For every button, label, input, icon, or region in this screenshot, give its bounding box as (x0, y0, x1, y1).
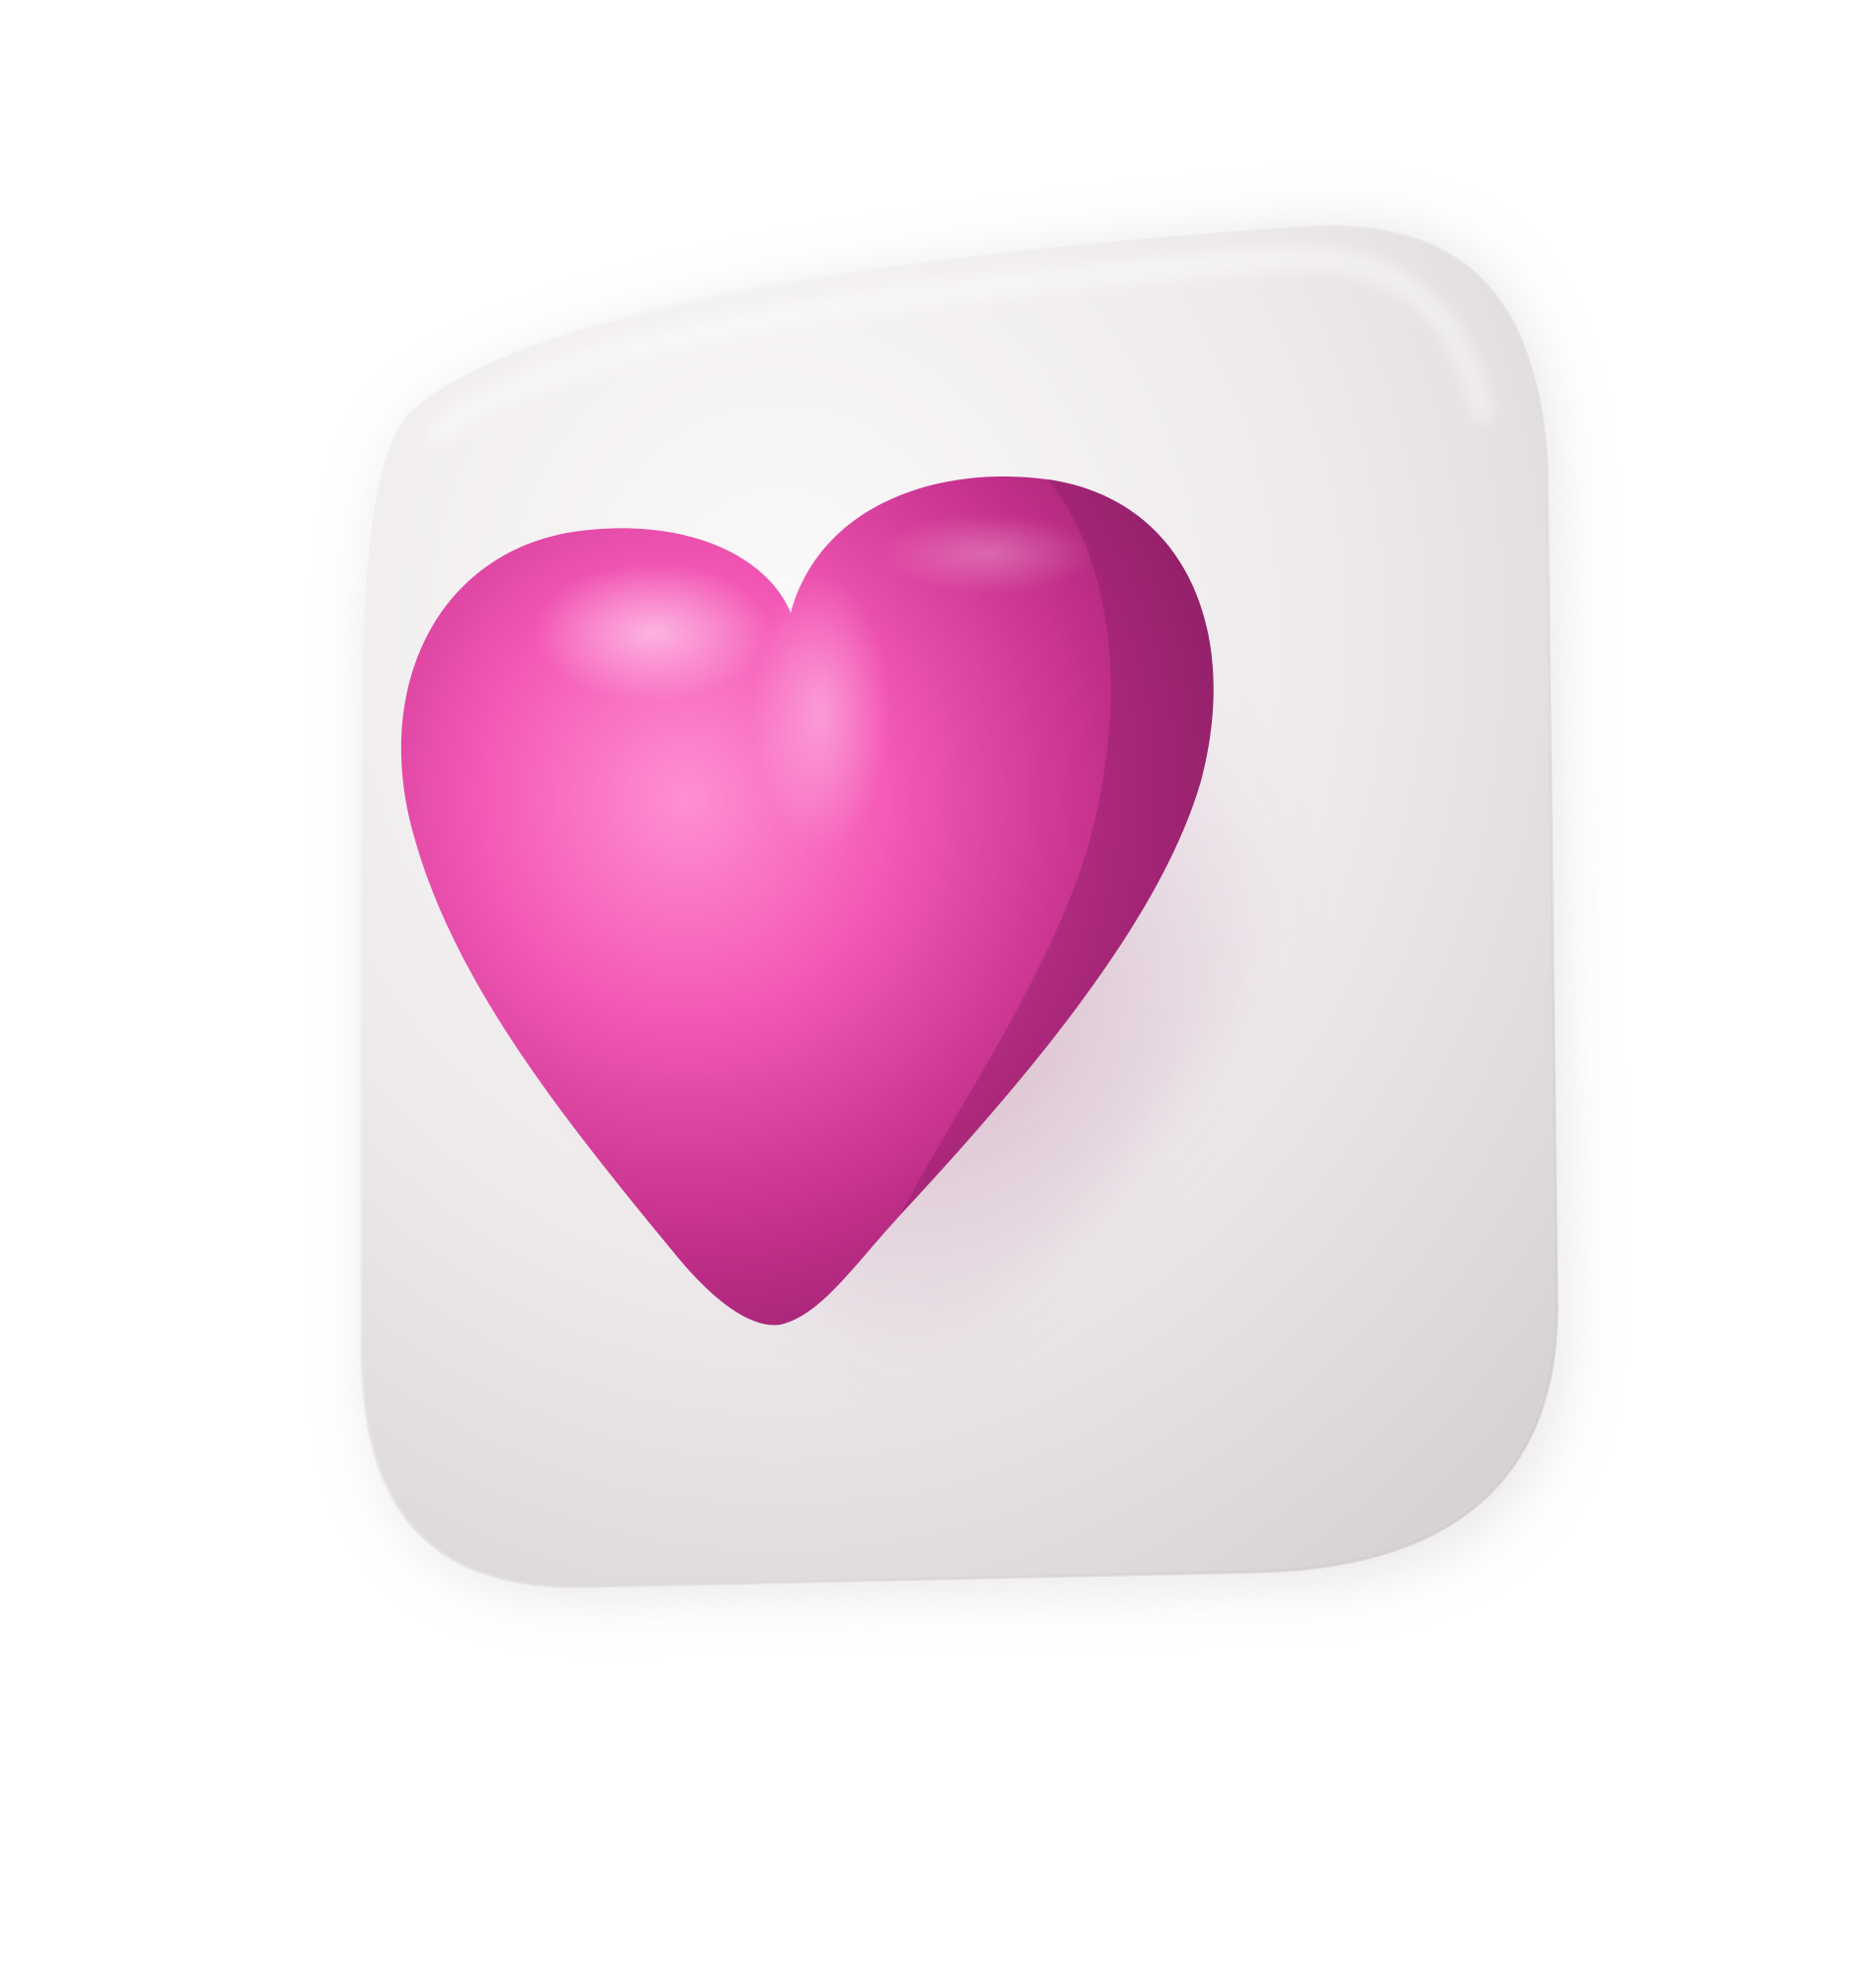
heart-highlight-center (751, 573, 890, 850)
heart-highlight-left (534, 563, 771, 702)
icon-canvas (0, 0, 1876, 1977)
app-icon-tile[interactable] (0, 0, 1876, 1977)
heart-highlight-right (880, 514, 1097, 593)
